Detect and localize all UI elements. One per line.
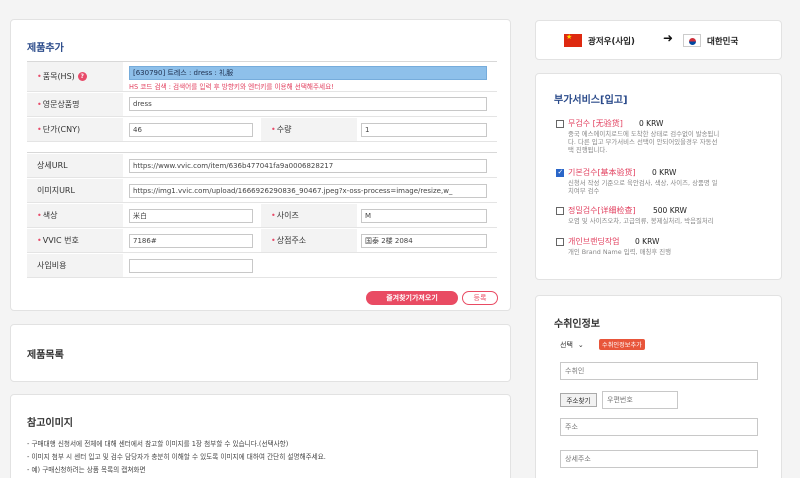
color-input[interactable]: 米白 (129, 209, 253, 223)
zip-code-input[interactable]: 우편번호 (602, 391, 678, 409)
service-checkbox-basic-inspection[interactable] (556, 168, 564, 177)
english-name-row: • 영문상품명 dress (27, 93, 497, 117)
color-size-row: • 색상 米白 • 사이즈 M (27, 204, 497, 228)
business-cost-input[interactable] (129, 259, 253, 273)
service-desc: 오염 및 사이즈오차, 고급의류, 봉제실처리, 박음질처리 (568, 217, 714, 225)
service-checkbox-detailed-inspection[interactable] (556, 207, 564, 215)
recipient-title: 수취인정보 (554, 319, 600, 330)
china-flag-icon (564, 33, 582, 47)
reference-image-title: 참고이미지 (27, 418, 73, 429)
route-panel: 광저우(사입) ➜ 대한민국 (535, 20, 782, 60)
store-address-input[interactable]: 国泰 2楼 2084 (361, 234, 487, 248)
detail-address-input[interactable]: 상세주소 (560, 450, 758, 468)
reference-note: - 이미지 첨부 시 센터 입고 및 검수 담당자가 충분히 이해할 수 있도록… (27, 453, 326, 461)
recipient-select[interactable]: 선택 ⌄ (560, 338, 598, 351)
unit-price-input[interactable]: 46 (129, 123, 253, 137)
business-cost-row: 사입비용 (27, 254, 497, 278)
form-spacer (27, 143, 497, 153)
hs-row: • 품목(HS)? [630790] 트레스 : dress : 礼服 HS 코드… (27, 62, 497, 92)
address-input[interactable]: 주소 (560, 418, 758, 436)
service-name: 정밀검수[详细检查] (568, 206, 636, 215)
reference-note: - 예) 구매신청하려는 상품 목록의 캡쳐화면 (27, 466, 146, 474)
unit-price-label: • 단가(CNY) (27, 118, 123, 141)
color-label: • 색상 (27, 204, 123, 227)
service-checkbox-no-inspection[interactable] (556, 120, 564, 128)
service-desc: 신청서 작성 기준으로 육안검사, 색상, 사이즈, 상품명 일 치여부 검수 (568, 179, 718, 195)
hs-hint: HS 코드 검색 : 검색어를 입력 후 방향키와 엔터키를 이용해 선택해주세… (129, 83, 334, 91)
recipient-panel: 수취인정보 선택 ⌄ 수취인정보추가 수취인 주소찾기 우편번호 주소 상세주소 (535, 295, 782, 478)
route-to: 대한민국 (707, 37, 739, 47)
product-add-panel: 제품추가 • 품목(HS)? [630790] 트레스 : dress : 礼服 … (10, 19, 511, 311)
reference-note: - 구매대행 신청서에 전체에 대해 센터에서 참고할 이미지를 1장 첨부할 … (27, 440, 289, 448)
help-icon[interactable]: ? (77, 72, 87, 81)
product-add-title: 제품추가 (27, 43, 64, 54)
service-price: 500 KRW (653, 206, 687, 215)
service-price: 0 KRW (635, 237, 660, 246)
extra-services-panel: 부가서비스[입고] 무검수 [无验货] 0 KRW 중국 에스에이치로드에 도착… (535, 73, 782, 280)
detail-url-label: 상세URL (27, 154, 123, 177)
product-list-panel: 제품목록 (10, 324, 511, 382)
size-label: • 사이즈 (261, 204, 357, 227)
vvic-store-row: • VVIC 번호 7186# • 상점주소 国泰 2楼 2084 (27, 229, 497, 253)
favorite-import-button[interactable]: 즐겨찾기가져오기 (366, 291, 458, 305)
image-url-row: 이미지URL https://img1.vvic.com/upload/1666… (27, 179, 497, 203)
english-name-input[interactable]: dress (129, 97, 487, 111)
english-name-label: • 영문상품명 (27, 93, 123, 116)
reference-image-panel: 참고이미지 - 구매대행 신청서에 전체에 대해 센터에서 참고할 이미지를 1… (10, 394, 511, 478)
product-list-title: 제품목록 (27, 350, 64, 361)
register-button[interactable]: 등록 (462, 291, 498, 305)
service-price: 0 KRW (652, 168, 677, 177)
detail-url-input[interactable]: https://www.vvic.com/item/636b477041fa9a… (129, 159, 487, 173)
service-desc: 중국 에스에이치로드에 도착한 상태로 검수없이 발송됩니 다. 다른 입고 부… (568, 130, 720, 154)
service-checkbox-branding[interactable] (556, 238, 564, 246)
find-address-button[interactable]: 주소찾기 (560, 393, 597, 407)
add-recipient-button[interactable]: 수취인정보추가 (599, 339, 645, 350)
vvic-input[interactable]: 7186# (129, 234, 253, 248)
size-input[interactable]: M (361, 209, 487, 223)
quantity-label: • 수량 (261, 118, 357, 141)
business-cost-label: 사입비용 (27, 254, 123, 277)
extra-services-title: 부가서비스[입고] (554, 95, 628, 106)
image-url-label: 이미지URL (27, 179, 123, 202)
quantity-input[interactable]: 1 (361, 123, 487, 137)
detail-url-row: 상세URL https://www.vvic.com/item/636b4770… (27, 154, 497, 178)
vvic-label: • VVIC 번호 (27, 229, 123, 252)
store-address-label: • 상점주소 (261, 229, 357, 252)
korea-flag-icon (683, 34, 701, 47)
hs-label: • 품목(HS)? (27, 62, 123, 91)
service-desc: 개인 Brand Name 입력, 매칭후 진행 (568, 248, 671, 256)
recipient-select-value: 선택 (560, 340, 573, 349)
price-qty-row: • 단가(CNY) 46 • 수량 1 (27, 118, 497, 142)
chevron-down-icon: ⌄ (577, 340, 584, 349)
service-name: 기본검수[基本验货] (568, 168, 636, 177)
recipient-name-input[interactable]: 수취인 (560, 362, 758, 380)
route-from: 광저우(사입) (588, 37, 635, 47)
arrow-right-icon: ➜ (663, 31, 674, 45)
hs-input[interactable]: [630790] 트레스 : dress : 礼服 (129, 66, 487, 80)
service-price: 0 KRW (639, 119, 664, 128)
service-name: 개인브랜딩작업 (568, 237, 620, 246)
hs-label-text: 품목(HS) (42, 72, 75, 81)
product-form-table: • 품목(HS)? [630790] 트레스 : dress : 礼服 HS 코드… (27, 61, 497, 283)
image-url-input[interactable]: https://img1.vvic.com/upload/16669262908… (129, 184, 487, 198)
service-name: 무검수 [无验货] (568, 119, 623, 128)
